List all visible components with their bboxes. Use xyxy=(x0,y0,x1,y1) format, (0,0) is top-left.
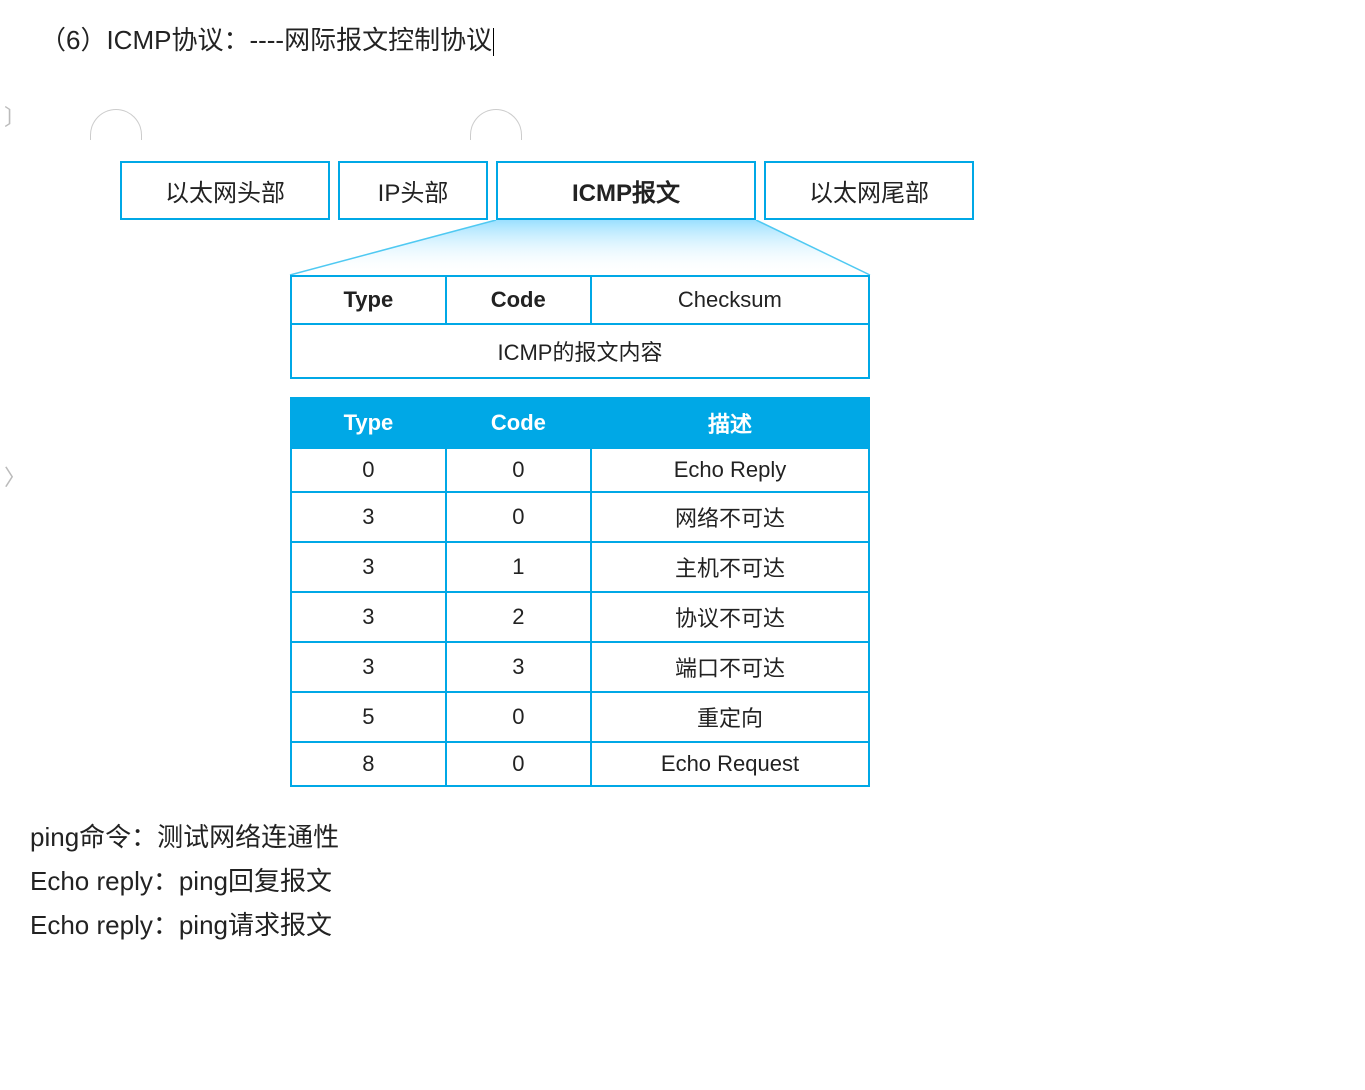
cell-code: 1 xyxy=(446,542,591,592)
icmp-header-code: Code xyxy=(446,276,591,324)
icmp-type-tbody: 0 0 Echo Reply 3 0 网络不可达 3 1 主机不可达 3 2 xyxy=(291,448,869,786)
frame-diagram: 以太网头部 IP头部 ICMP报文 以太网尾部 xyxy=(120,127,1000,787)
table-row: 5 0 重定向 xyxy=(291,692,869,742)
table-row: 8 0 Echo Request xyxy=(291,742,869,786)
cell-code: 0 xyxy=(446,742,591,786)
icmp-header-body: ICMP的报文内容 xyxy=(291,324,869,378)
table-header-row: Type Code 描述 xyxy=(291,398,869,448)
cell-desc: Echo Reply xyxy=(591,448,869,492)
cell-code: 2 xyxy=(446,592,591,642)
cell-desc: 协议不可达 xyxy=(591,592,869,642)
cell-type: 0 xyxy=(291,448,446,492)
cell-type: 3 xyxy=(291,492,446,542)
cell-code: 0 xyxy=(446,448,591,492)
icmp-header-checksum: Checksum xyxy=(591,276,869,324)
note-line: Echo reply：ping回复报文 xyxy=(30,859,1335,903)
arc-mark xyxy=(90,109,142,140)
cell-type: 8 xyxy=(291,742,446,786)
frame-cell-ip-header: IP头部 xyxy=(338,161,488,220)
table-row: 3 0 网络不可达 xyxy=(291,492,869,542)
icmp-type-table: Type Code 描述 0 0 Echo Reply 3 0 网络不可达 3 xyxy=(290,397,870,787)
cell-desc: Echo Request xyxy=(591,742,869,786)
page: 〕 〉 （6）ICMP协议：----网际报文控制协议 以太网头部 IP头部 IC… xyxy=(0,0,1365,1090)
cell-desc: 端口不可达 xyxy=(591,642,869,692)
arc-mark xyxy=(470,109,522,140)
cell-type: 3 xyxy=(291,542,446,592)
frame-cell-ethernet-header: 以太网头部 xyxy=(120,161,330,220)
cell-desc: 主机不可达 xyxy=(591,542,869,592)
connector xyxy=(120,220,1000,275)
th-desc: 描述 xyxy=(591,398,869,448)
icmp-header-table: Type Code Checksum ICMP的报文内容 xyxy=(290,275,870,379)
margin-mark: 〕 xyxy=(4,100,26,132)
cell-type: 3 xyxy=(291,642,446,692)
cell-type: 5 xyxy=(291,692,446,742)
cell-code: 0 xyxy=(446,492,591,542)
table-row: 3 3 端口不可达 xyxy=(291,642,869,692)
arc-row xyxy=(120,127,1000,161)
frame-cell-ethernet-trailer: 以太网尾部 xyxy=(764,161,974,220)
note-line: ping命令：测试网络连通性 xyxy=(30,815,1335,859)
section-heading-text: （6）ICMP协议：----网际报文控制协议 xyxy=(40,25,492,55)
th-code: Code xyxy=(446,398,591,448)
margin-mark: 〉 xyxy=(4,460,26,492)
section-heading: （6）ICMP协议：----网际报文控制协议 xyxy=(40,20,1335,57)
table-row: 3 2 协议不可达 xyxy=(291,592,869,642)
notes-block: ping命令：测试网络连通性 Echo reply：ping回复报文 Echo … xyxy=(30,815,1335,948)
frame-row: 以太网头部 IP头部 ICMP报文 以太网尾部 xyxy=(120,161,1000,220)
cell-desc: 重定向 xyxy=(591,692,869,742)
table-row: 3 1 主机不可达 xyxy=(291,542,869,592)
cell-code: 0 xyxy=(446,692,591,742)
cell-desc: 网络不可达 xyxy=(591,492,869,542)
cell-code: 3 xyxy=(446,642,591,692)
frame-cell-icmp: ICMP报文 xyxy=(496,161,756,220)
icmp-header-body-row: ICMP的报文内容 xyxy=(291,324,869,378)
table-row: 0 0 Echo Reply xyxy=(291,448,869,492)
th-type: Type xyxy=(291,398,446,448)
icmp-header-type: Type xyxy=(291,276,446,324)
note-line: Echo reply：ping请求报文 xyxy=(30,903,1335,947)
cell-type: 3 xyxy=(291,592,446,642)
text-cursor xyxy=(493,28,494,56)
connector-svg xyxy=(120,220,1000,275)
icmp-header-row: Type Code Checksum xyxy=(291,276,869,324)
